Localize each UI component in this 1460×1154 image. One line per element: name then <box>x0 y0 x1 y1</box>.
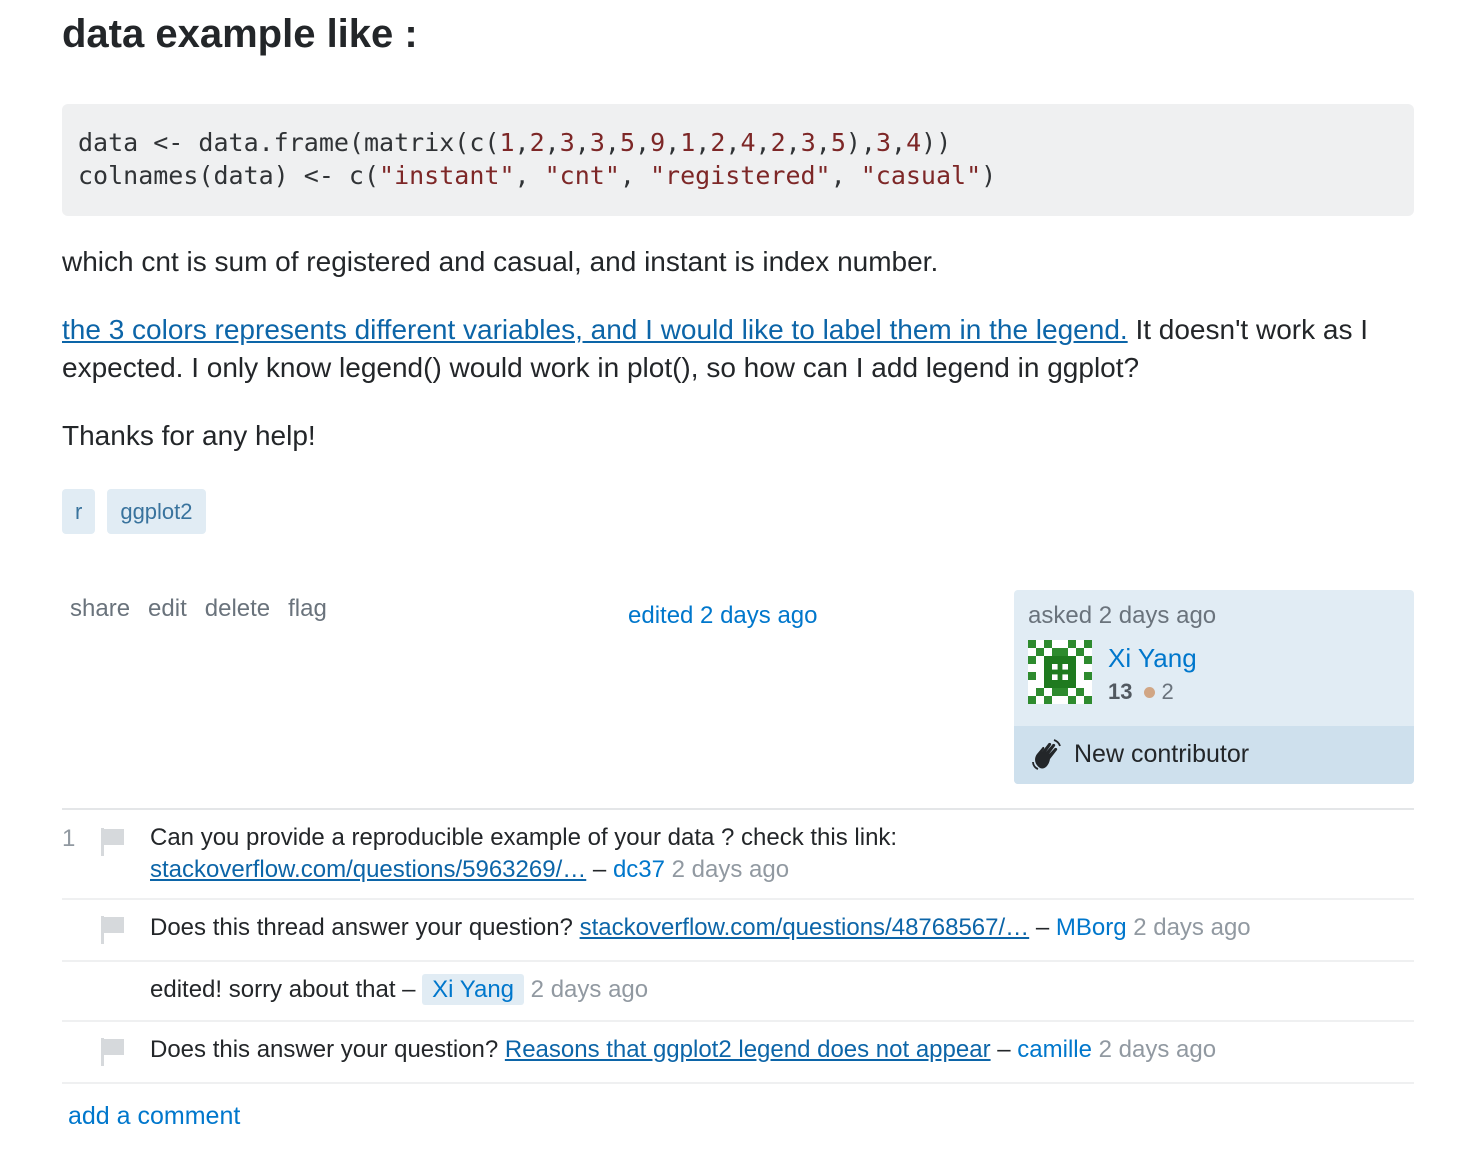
add-comment-link[interactable]: add a comment <box>68 1102 240 1131</box>
paragraph-3: Thanks for any help! <box>62 420 316 451</box>
comment-date[interactable]: 2 days ago <box>665 856 789 883</box>
new-contributor-label: New contributor <box>1074 740 1250 768</box>
edited-link[interactable]: edited 2 days ago <box>628 602 817 630</box>
comment-item: 1 Can you provide a reproducible example… <box>62 810 1414 900</box>
flag-icon[interactable] <box>100 914 128 944</box>
reputation-score: 13 <box>1108 679 1133 704</box>
code-line-2: colnames(data) <- c("instant", "cnt", "r… <box>78 161 997 190</box>
comment-text: Does this thread answer your question? <box>150 914 580 941</box>
wave-hand-icon <box>1032 739 1061 770</box>
comment-link[interactable]: stackoverflow.com/questions/48768567/… <box>580 914 1030 941</box>
comment-item: Does this thread answer your question? s… <box>62 898 1414 962</box>
question-heading: data example like : <box>62 12 418 56</box>
flag-icon[interactable] <box>100 1036 128 1066</box>
tag-list: r ggplot2 <box>62 489 206 534</box>
bronze-badge-icon <box>1144 686 1156 698</box>
comment-text: Can you provide a reproducible example o… <box>150 824 898 851</box>
comment-item: edited! sorry about that – Xi Yang 2 day… <box>62 960 1414 1022</box>
comment-item: Does this answer your question? Reasons … <box>62 1020 1414 1084</box>
comment-body: Can you provide a reproducible example o… <box>150 822 1250 886</box>
comment-separator: – <box>586 856 613 883</box>
comment-date[interactable]: 2 days ago <box>1127 914 1250 941</box>
code-line-1: data <- data.frame(matrix(c(1,2,3,3,5,9,… <box>78 128 952 157</box>
owner-name[interactable]: Xi Yang <box>1108 643 1197 674</box>
flag-icon[interactable] <box>100 826 128 856</box>
user-card: asked 2 days ago Xi Yang 13 2 New contrib… <box>1014 590 1414 784</box>
paragraph-2: the 3 colors represents different variab… <box>62 311 1414 387</box>
delete-link[interactable]: delete <box>205 595 270 623</box>
comment-user[interactable]: camille <box>1017 1036 1092 1063</box>
comment-user[interactable]: dc37 <box>613 856 665 883</box>
comment-separator: – <box>990 1036 1018 1063</box>
comment-user[interactable]: Xi Yang <box>422 974 525 1005</box>
comment-date[interactable]: 2 days ago <box>1092 1036 1216 1063</box>
flag-link[interactable]: flag <box>288 595 327 623</box>
bronze-count: 2 <box>1161 679 1174 704</box>
comment-link[interactable]: Reasons that ggplot2 legend does not app… <box>505 1036 991 1063</box>
reputation: 13 2 <box>1108 679 1174 705</box>
share-link[interactable]: share <box>70 595 130 623</box>
comment-body: Does this thread answer your question? s… <box>150 912 1251 944</box>
image-link[interactable]: the 3 colors represents different variab… <box>62 314 1128 345</box>
avatar[interactable] <box>1028 640 1092 704</box>
comment-body: edited! sorry about that – Xi Yang 2 day… <box>150 974 648 1006</box>
comment-body: Does this answer your question? Reasons … <box>150 1034 1216 1066</box>
code-block: data <- data.frame(matrix(c(1,2,3,3,5,9,… <box>62 104 1414 216</box>
edit-link[interactable]: edit <box>148 595 187 623</box>
comment-score: 1 <box>62 825 76 852</box>
post-menu: share edit delete flag <box>70 595 327 623</box>
new-contributor-banner[interactable]: New contributor <box>1014 726 1414 784</box>
paragraph-1: which cnt is sum of registered and casua… <box>62 246 939 277</box>
comment-text: edited! sorry about that – <box>150 976 423 1003</box>
asked-date: asked 2 days ago <box>1028 602 1217 629</box>
tag-r[interactable]: r <box>62 489 96 534</box>
comment-user[interactable]: MBorg <box>1056 914 1127 941</box>
comment-date[interactable]: 2 days ago <box>524 976 648 1003</box>
tag-ggplot2[interactable]: ggplot2 <box>107 489 206 534</box>
comments-list: 1 Can you provide a reproducible example… <box>62 808 1414 1084</box>
comment-text: Does this answer your question? <box>150 1036 505 1063</box>
comment-link[interactable]: stackoverflow.com/questions/5963269/… <box>150 856 586 883</box>
comment-separator: – <box>1029 914 1056 941</box>
